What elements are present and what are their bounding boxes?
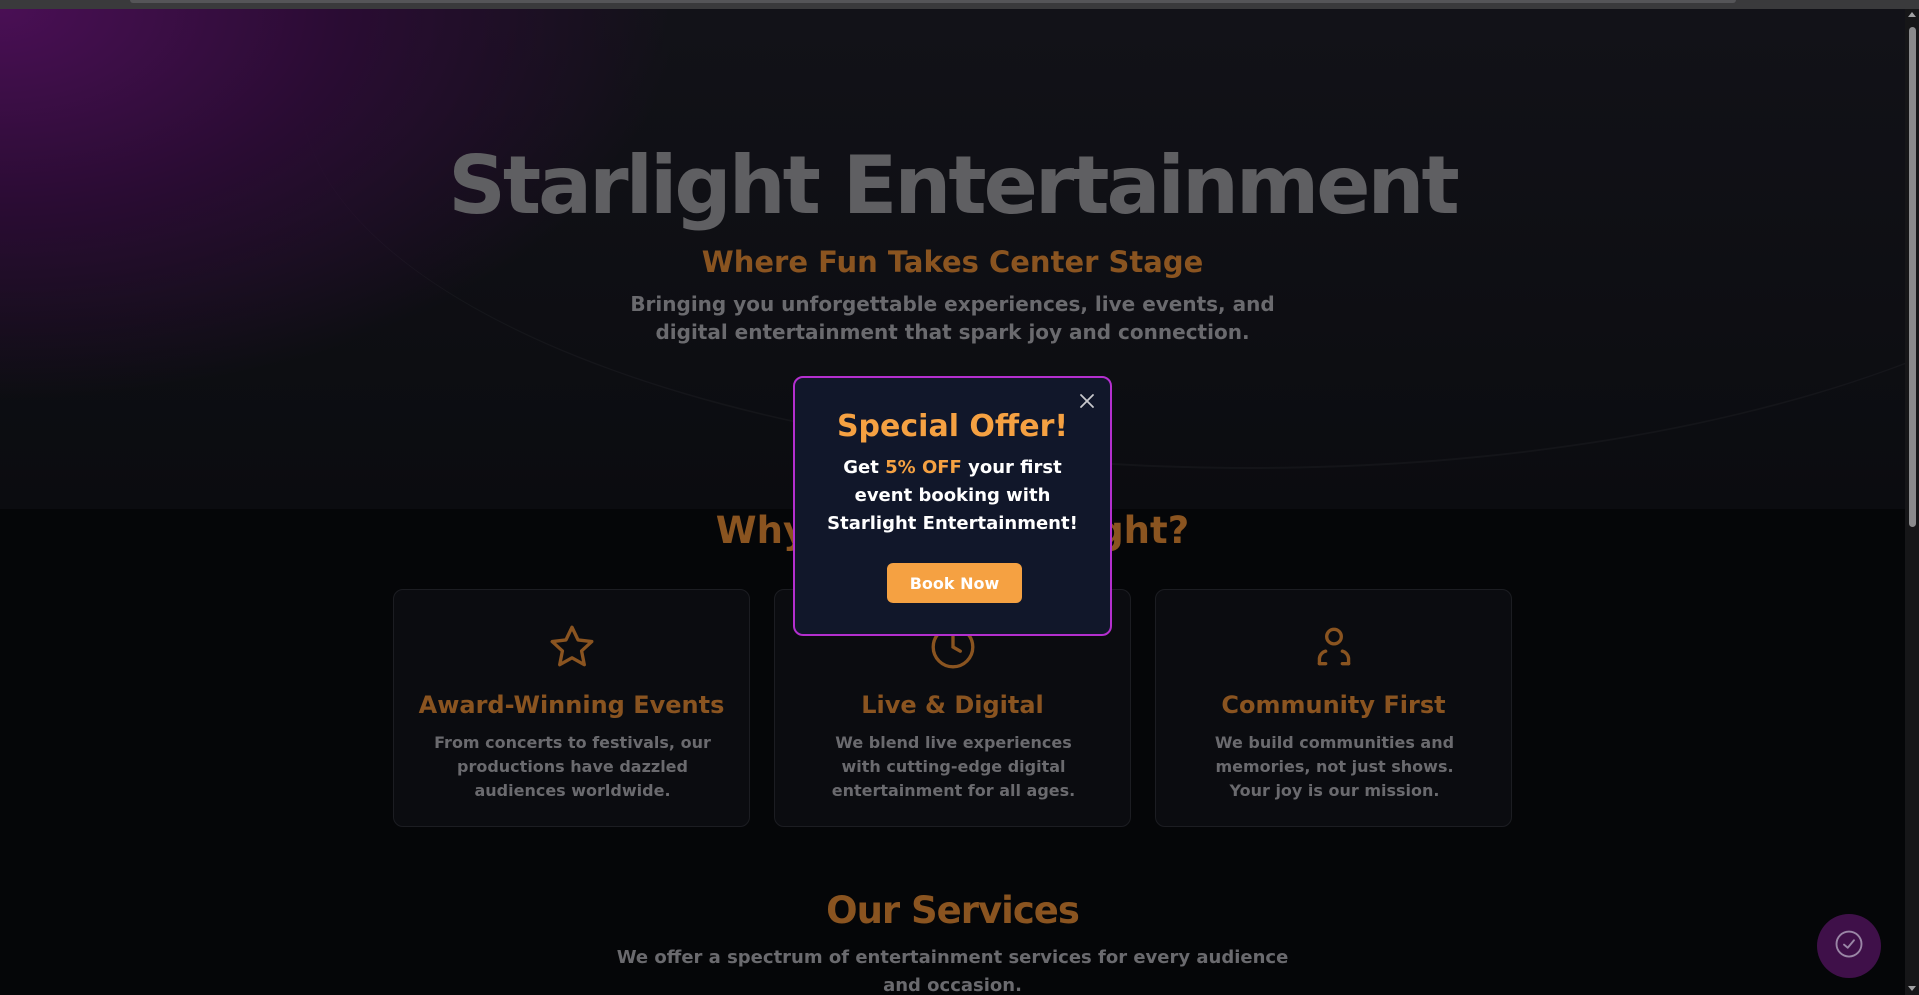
close-icon[interactable] xyxy=(1077,391,1097,411)
browser-top-bar xyxy=(0,0,1919,9)
modal-text-prefix: Get xyxy=(843,457,886,478)
browser-top-bar-strip xyxy=(130,0,1736,3)
book-now-button[interactable]: Book Now xyxy=(887,563,1022,603)
page: Starlight Entertainment Where Fun Takes … xyxy=(0,9,1905,995)
discount-highlight: 5% OFF xyxy=(885,457,962,478)
modal-message: Get 5% OFF your first event booking with… xyxy=(825,454,1080,538)
scrollbar-thumb[interactable] xyxy=(1909,27,1916,527)
scroll-up-arrow-icon[interactable] xyxy=(1908,12,1916,17)
modal-title: Special Offer! xyxy=(836,409,1069,444)
check-circle-icon xyxy=(1834,929,1864,963)
page-scrollbar[interactable] xyxy=(1905,9,1919,995)
floating-action-button[interactable] xyxy=(1817,914,1881,978)
scroll-down-arrow-icon[interactable] xyxy=(1908,986,1916,991)
special-offer-modal: Special Offer! Get 5% OFF your first eve… xyxy=(793,376,1112,636)
